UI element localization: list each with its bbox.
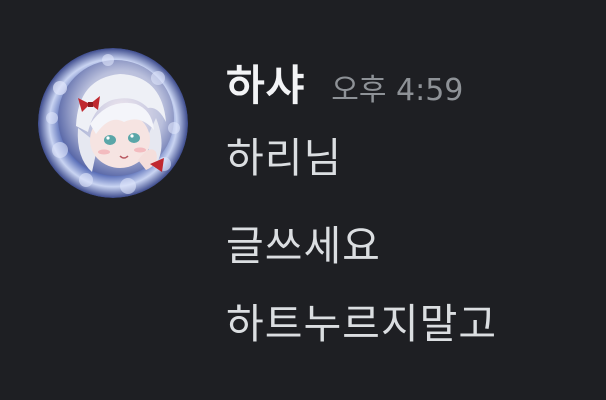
avatar[interactable] <box>38 48 188 198</box>
username[interactable]: 하샤 <box>226 52 305 113</box>
message-header: 하샤 오후 4:59 <box>226 52 463 112</box>
message-line: 하트누르지말고 <box>226 300 498 348</box>
timestamp[interactable]: 오후 4:59 <box>331 65 463 109</box>
avatar-image <box>38 48 188 198</box>
message-line: 하리님 <box>226 134 343 182</box>
chat-message: 하샤 오후 4:59 하리님 글쓰세요 하트누르지말고 <box>0 0 606 400</box>
message-line: 글쓰세요 <box>226 222 381 270</box>
